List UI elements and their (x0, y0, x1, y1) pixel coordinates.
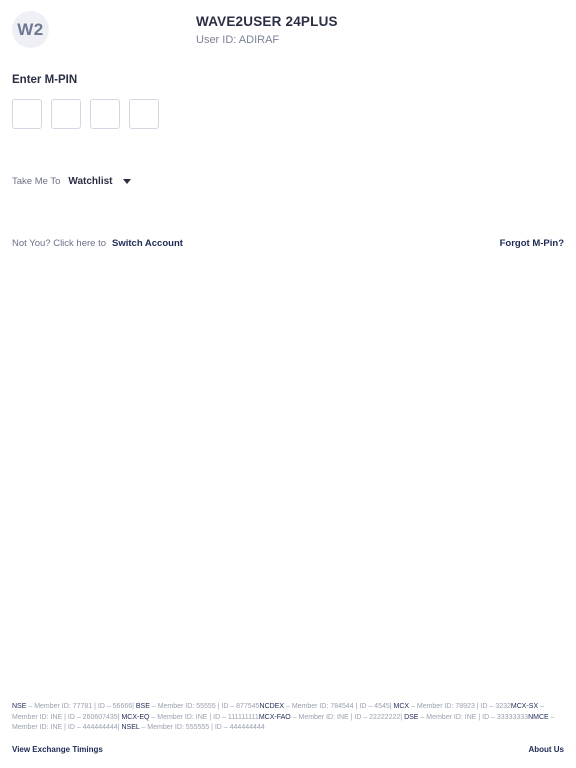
avatar: W2 (12, 11, 49, 48)
exchange-name: NMCE (528, 713, 549, 721)
user-name: WAVE2USER 24PLUS (196, 14, 338, 29)
exchange-member-info: – Member ID: INE | ID – 111111111 (149, 713, 259, 721)
exchange-name: BSE (135, 703, 150, 710)
switch-account-link[interactable]: Switch Account (112, 238, 183, 249)
view-exchange-timings-link[interactable]: View Exchange Timings (12, 745, 103, 754)
about-us-link[interactable]: About Us (528, 745, 564, 754)
exchange-disclaimer: NSE – Member ID: 77781 | ID – 56666| BSE… (12, 702, 564, 734)
mpin-digit-4[interactable] (129, 99, 159, 129)
exchange-member-info: – Member ID: 784544 | ID – 4545| (284, 703, 394, 710)
mpin-digit-1[interactable] (12, 99, 42, 129)
forgot-mpin-link[interactable]: Forgot M-Pin? (500, 238, 564, 249)
exchange-name: MCX-FAO (258, 713, 291, 721)
exchange-name: MCX-SX (510, 703, 539, 710)
exchange-member-info: – Member ID: 55555 | ID – 877545 (149, 703, 260, 710)
user-info: WAVE2USER 24PLUS User ID: ADIRAF (196, 14, 338, 46)
exchange-member-info: – Member ID: 78923 | ID – 3232 (409, 703, 511, 710)
exchange-member-info: – Member ID: 77781 | ID – 56666| (26, 703, 136, 710)
exchange-name: NSEL (121, 724, 140, 731)
exchange-member-info: – Member ID: INE | ID – 33333333 (418, 713, 529, 721)
mpin-digit-2[interactable] (51, 99, 81, 129)
not-you-row: Not You? Click here to Switch Account (12, 238, 183, 249)
caret-down-icon (123, 179, 132, 184)
exchange-name: DSE (404, 713, 419, 721)
take-me-to-row: Take Me To Watchlist (12, 176, 132, 187)
mpin-input-group (12, 99, 159, 129)
landing-page-selected: Watchlist (68, 176, 113, 187)
landing-page-dropdown[interactable]: Watchlist (68, 176, 132, 187)
exchange-name: MCX (393, 703, 410, 710)
mpin-title: Enter M-PIN (12, 74, 78, 86)
exchange-member-info: – Member ID: INE | ID – 22222222| (290, 713, 405, 721)
exchange-name: NCDEX (259, 703, 285, 710)
user-id: User ID: ADIRAF (196, 34, 280, 46)
not-you-label: Not You? Click here to (12, 238, 107, 249)
exchange-name: MCX-EQ (121, 713, 150, 721)
exchange-member-info: – Member ID: 555555 | ID – 444444444 (139, 724, 265, 731)
exchange-name: NSE (12, 703, 27, 710)
take-me-to-label: Take Me To (12, 176, 61, 187)
mpin-digit-3[interactable] (90, 99, 120, 129)
